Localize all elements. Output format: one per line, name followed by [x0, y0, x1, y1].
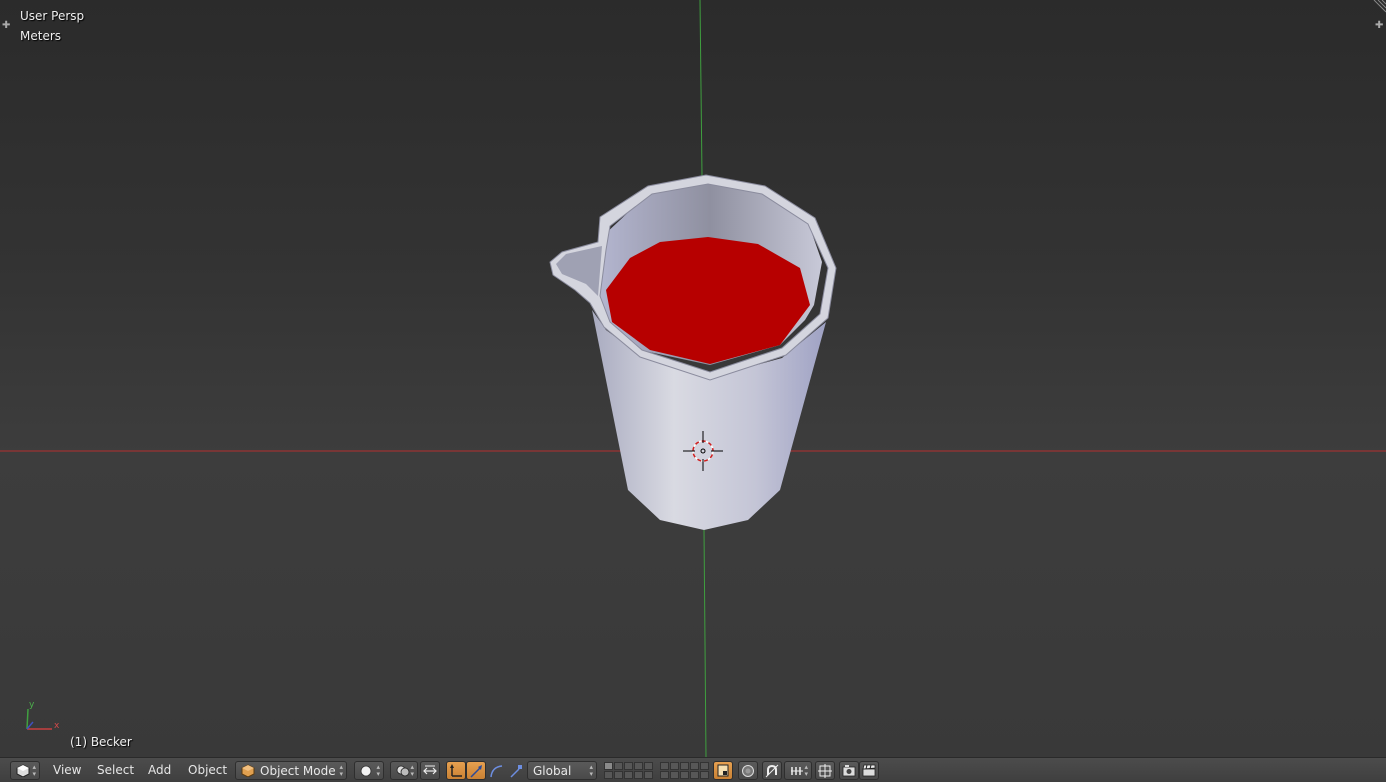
layer-button[interactable] [604, 762, 613, 770]
scale-arrow-icon [510, 764, 522, 778]
menu-object[interactable]: Object [188, 763, 227, 777]
y-axis-line-lower [703, 529, 707, 757]
layers-group-2[interactable] [660, 762, 709, 779]
viewport-shading-dropdown[interactable]: ▴ ▾ [354, 761, 384, 780]
camera-icon [842, 765, 856, 777]
menu-add[interactable]: Add [148, 763, 171, 777]
layer-button[interactable] [644, 762, 653, 770]
active-object-label: (1) Becker [70, 735, 132, 749]
rotate-icon [470, 764, 482, 778]
split-area-left-icon[interactable]: ✚ [2, 20, 10, 31]
3d-viewport[interactable]: x y User Persp Meters (1) Becker ✚ ✚ [0, 0, 1386, 757]
rotate-manipulator-button[interactable] [466, 761, 486, 780]
clapper-icon [862, 764, 876, 777]
opengl-render-image-button[interactable] [839, 761, 859, 780]
viewport-header: ▴ ▾ View Select Add Object Object Mode ▴ ▾… [0, 757, 1386, 782]
view-name-label: User Persp [20, 9, 85, 23]
lock-layers-icon [717, 764, 729, 777]
layer-button[interactable] [680, 762, 689, 770]
manipulator-toggle-button[interactable] [420, 761, 440, 780]
shading-arrows-icon: ▴ ▾ [376, 763, 380, 778]
layer-button[interactable] [624, 771, 633, 779]
render-icon [818, 763, 832, 778]
axis-gizmo-y-label: y [29, 700, 35, 710]
layer-button[interactable] [670, 762, 679, 770]
layers-group-1[interactable] [604, 762, 653, 779]
lock-layers-button[interactable] [713, 761, 733, 780]
scale-icon [490, 764, 503, 777]
snap-icon [765, 764, 779, 777]
layer-button[interactable] [690, 771, 699, 779]
layer-button[interactable] [700, 771, 709, 779]
layer-button[interactable] [614, 771, 623, 779]
opengl-render-animation-button[interactable] [859, 761, 879, 780]
snap-element-icon [791, 766, 803, 775]
layer-button[interactable] [634, 771, 643, 779]
layer-button[interactable] [624, 762, 633, 770]
snap-element-arrows-icon: ▴ ▾ [804, 763, 808, 778]
layer-button[interactable] [644, 771, 653, 779]
layer-button[interactable] [690, 762, 699, 770]
cube-icon [241, 764, 255, 777]
snap-element-dropdown[interactable]: ▴ ▾ [784, 761, 812, 780]
mode-dropdown[interactable]: Object Mode ▴ ▾ [235, 761, 347, 780]
arc-manipulator-button[interactable] [486, 761, 506, 780]
editor-type-button[interactable]: ▴ ▾ [10, 761, 40, 780]
beaker-mesh[interactable] [549, 174, 837, 530]
scene-canvas[interactable]: x y [0, 0, 1386, 757]
layer-button[interactable] [660, 771, 669, 779]
layer-button[interactable] [700, 762, 709, 770]
snap-toggle-button[interactable] [762, 761, 782, 780]
solid-sphere-icon [360, 765, 372, 776]
units-label: Meters [20, 29, 62, 43]
proportional-edit-icon [742, 764, 754, 777]
menu-select[interactable]: Select [97, 763, 134, 777]
layer-button[interactable] [680, 771, 689, 779]
pivot-icon [396, 765, 410, 776]
axis-gizmo-x-label: x [54, 721, 60, 731]
axis-gizmo: x y [26, 700, 60, 731]
translate-icon [450, 763, 462, 777]
transform-orientation-dropdown[interactable]: Global ▴ ▾ [527, 761, 597, 780]
editor-type-arrows-icon: ▴ ▾ [32, 763, 36, 778]
transform-orientation-label: Global [533, 763, 572, 778]
area-corner-grip-icon[interactable] [1372, 0, 1386, 14]
pivot-point-dropdown[interactable]: ▴ ▾ [390, 761, 418, 780]
proportional-edit-button[interactable] [738, 761, 758, 780]
orientation-arrows-icon: ▴ ▾ [589, 763, 593, 778]
menu-view[interactable]: View [53, 763, 81, 777]
layer-button[interactable] [660, 762, 669, 770]
editor-type-icon [16, 764, 30, 777]
layer-button[interactable] [614, 762, 623, 770]
layer-button[interactable] [670, 771, 679, 779]
snap-target-button[interactable] [815, 761, 835, 780]
split-area-right-icon[interactable]: ✚ [1375, 20, 1383, 31]
layer-button[interactable] [634, 762, 643, 770]
manipulator-toggle-icon [423, 765, 437, 774]
mode-label: Object Mode [260, 763, 336, 778]
layer-button[interactable] [604, 771, 613, 779]
scale-manipulator-button[interactable] [506, 761, 526, 780]
pivot-arrows-icon: ▴ ▾ [410, 763, 414, 778]
y-axis-line-upper [699, 0, 703, 177]
translate-manipulator-button[interactable] [446, 761, 466, 780]
mode-arrows-icon: ▴ ▾ [339, 763, 343, 778]
